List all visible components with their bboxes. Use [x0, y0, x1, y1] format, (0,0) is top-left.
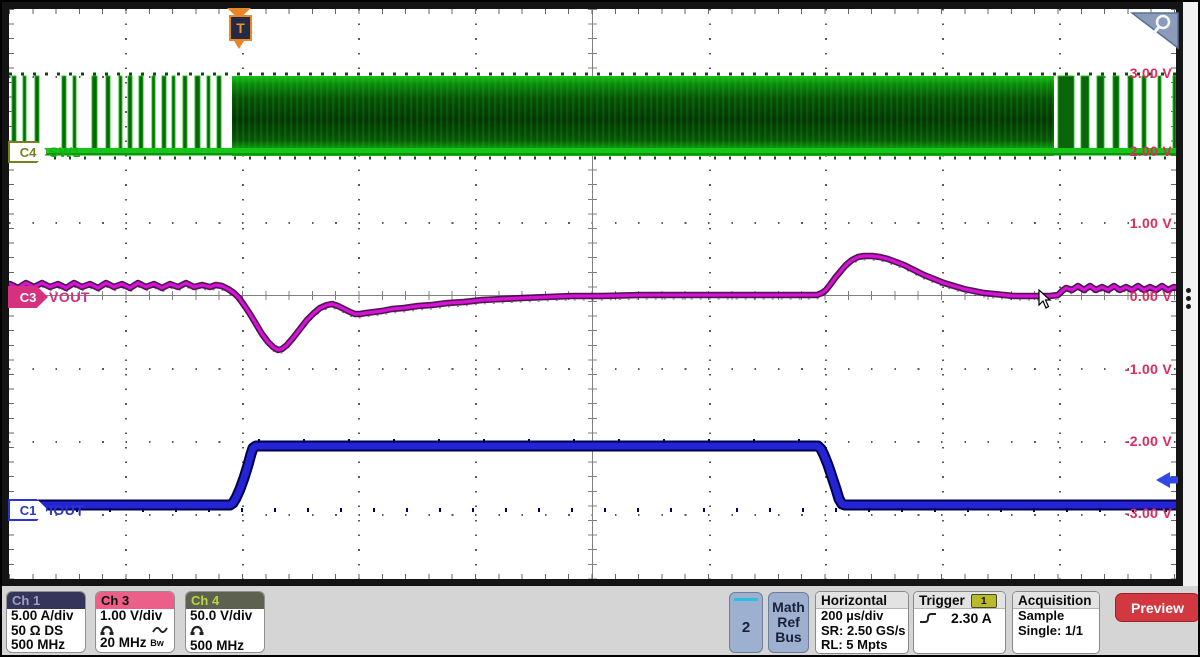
bus-label: Bus — [769, 630, 808, 645]
screen-border — [2, 579, 1183, 586]
trigger-marker[interactable]: T — [229, 15, 252, 41]
channel-badge-ch1[interactable]: Ch 1 5.00 A/div 50 Ω DS 500 MHz — [6, 591, 86, 653]
horizontal-record-length: RL: 5 Mpts — [816, 638, 908, 653]
channel-badge-ch4[interactable]: Ch 4 50.0 V/div 500 MHz — [185, 591, 265, 653]
cyan-indicator — [734, 598, 758, 601]
mouse-cursor-icon — [1038, 289, 1052, 309]
scale-label: 2.00 V — [1102, 143, 1172, 159]
coupling-sine-icon — [152, 624, 168, 636]
channel-tag-c1[interactable]: C1 — [8, 499, 48, 521]
trigger-panel[interactable]: Trigger 1 2.30 A — [913, 591, 1006, 654]
channel-tag-c4[interactable]: C4 — [8, 141, 48, 163]
waveform-display: T C4 SW1 C3 VOUT C1 IOUT 3.00 V 2.00 V 1… — [2, 2, 1200, 586]
more-options-icon[interactable] — [1186, 288, 1192, 312]
vout-label: VOUT — [49, 289, 90, 305]
acquisition-mode: Sample — [1013, 609, 1099, 624]
nav-2-button[interactable]: 2 — [729, 592, 763, 653]
probe-icon — [190, 624, 204, 636]
scale-label: -3.00 V — [1102, 505, 1172, 521]
scale-label: -1.00 V — [1102, 361, 1172, 377]
ch3-header: Ch 3 — [96, 592, 174, 609]
acquisition-title: Acquisition — [1013, 592, 1099, 609]
math-label: Math — [769, 600, 808, 615]
scale-label: 3.00 V — [1102, 65, 1172, 81]
ch4-header: Ch 4 — [186, 592, 264, 609]
scale-label: 1.00 V — [1102, 215, 1172, 231]
channel-position-arrow-icon[interactable] — [1154, 470, 1180, 490]
ch3-bandwidth: 20 MHz Bw — [96, 636, 174, 651]
scale-label: -2.00 V — [1102, 433, 1172, 449]
rising-edge-icon — [919, 612, 937, 624]
trigger-position-tick — [234, 41, 244, 49]
oscilloscope-screenshot: T C4 SW1 C3 VOUT C1 IOUT 3.00 V 2.00 V 1… — [0, 0, 1200, 657]
scale-label: 0.00 V — [1102, 288, 1172, 304]
preview-button[interactable]: Preview — [1115, 593, 1200, 622]
ch4-scale: 50.0 V/div — [186, 609, 264, 624]
ch3-scale: 1.00 V/div — [96, 609, 174, 624]
trigger-source-badge: 1 — [971, 594, 997, 608]
screen-border — [2, 2, 1183, 9]
sw1-label: SW1 — [49, 144, 81, 160]
zoom-corner-control[interactable] — [1130, 12, 1180, 50]
ch1-header: Ch 1 — [7, 592, 85, 609]
acquisition-panel[interactable]: Acquisition Sample Single: 1/1 — [1012, 591, 1100, 654]
iout-label: IOUT — [49, 502, 84, 518]
horizontal-scale: 200 µs/div — [816, 609, 908, 624]
bottom-toolbar: Ch 1 5.00 A/div 50 Ω DS 500 MHz Ch 3 1.0… — [2, 586, 1200, 655]
ch1-termination: 50 Ω DS — [7, 624, 85, 639]
horizontal-title: Horizontal — [816, 592, 908, 609]
channel-badge-ch3[interactable]: Ch 3 1.00 V/div 20 MHz Bw — [95, 591, 175, 653]
acquisition-count: Single: 1/1 — [1013, 624, 1099, 639]
edge-ticks — [9, 9, 1176, 14]
ch1-scale: 5.00 A/div — [7, 609, 85, 624]
screen-border — [1176, 2, 1183, 586]
center-horizontal-axis — [9, 295, 1176, 296]
screen-border — [2, 2, 9, 586]
ref-label: Ref — [769, 615, 808, 630]
math-ref-bus-button[interactable]: Math Ref Bus — [768, 592, 809, 653]
channel-tag-c3[interactable]: C3 — [8, 286, 48, 308]
trigger-level: 2.30 A — [951, 611, 992, 626]
horizontal-sample-rate: SR: 2.50 GS/s — [816, 624, 908, 639]
horizontal-panel[interactable]: Horizontal 200 µs/div SR: 2.50 GS/s RL: … — [815, 591, 909, 654]
nav-2-label: 2 — [730, 619, 762, 636]
trigger-title: Trigger — [919, 593, 965, 608]
ch1-bandwidth: 500 MHz — [7, 638, 85, 653]
ch4-bandwidth: 500 MHz — [186, 639, 264, 653]
